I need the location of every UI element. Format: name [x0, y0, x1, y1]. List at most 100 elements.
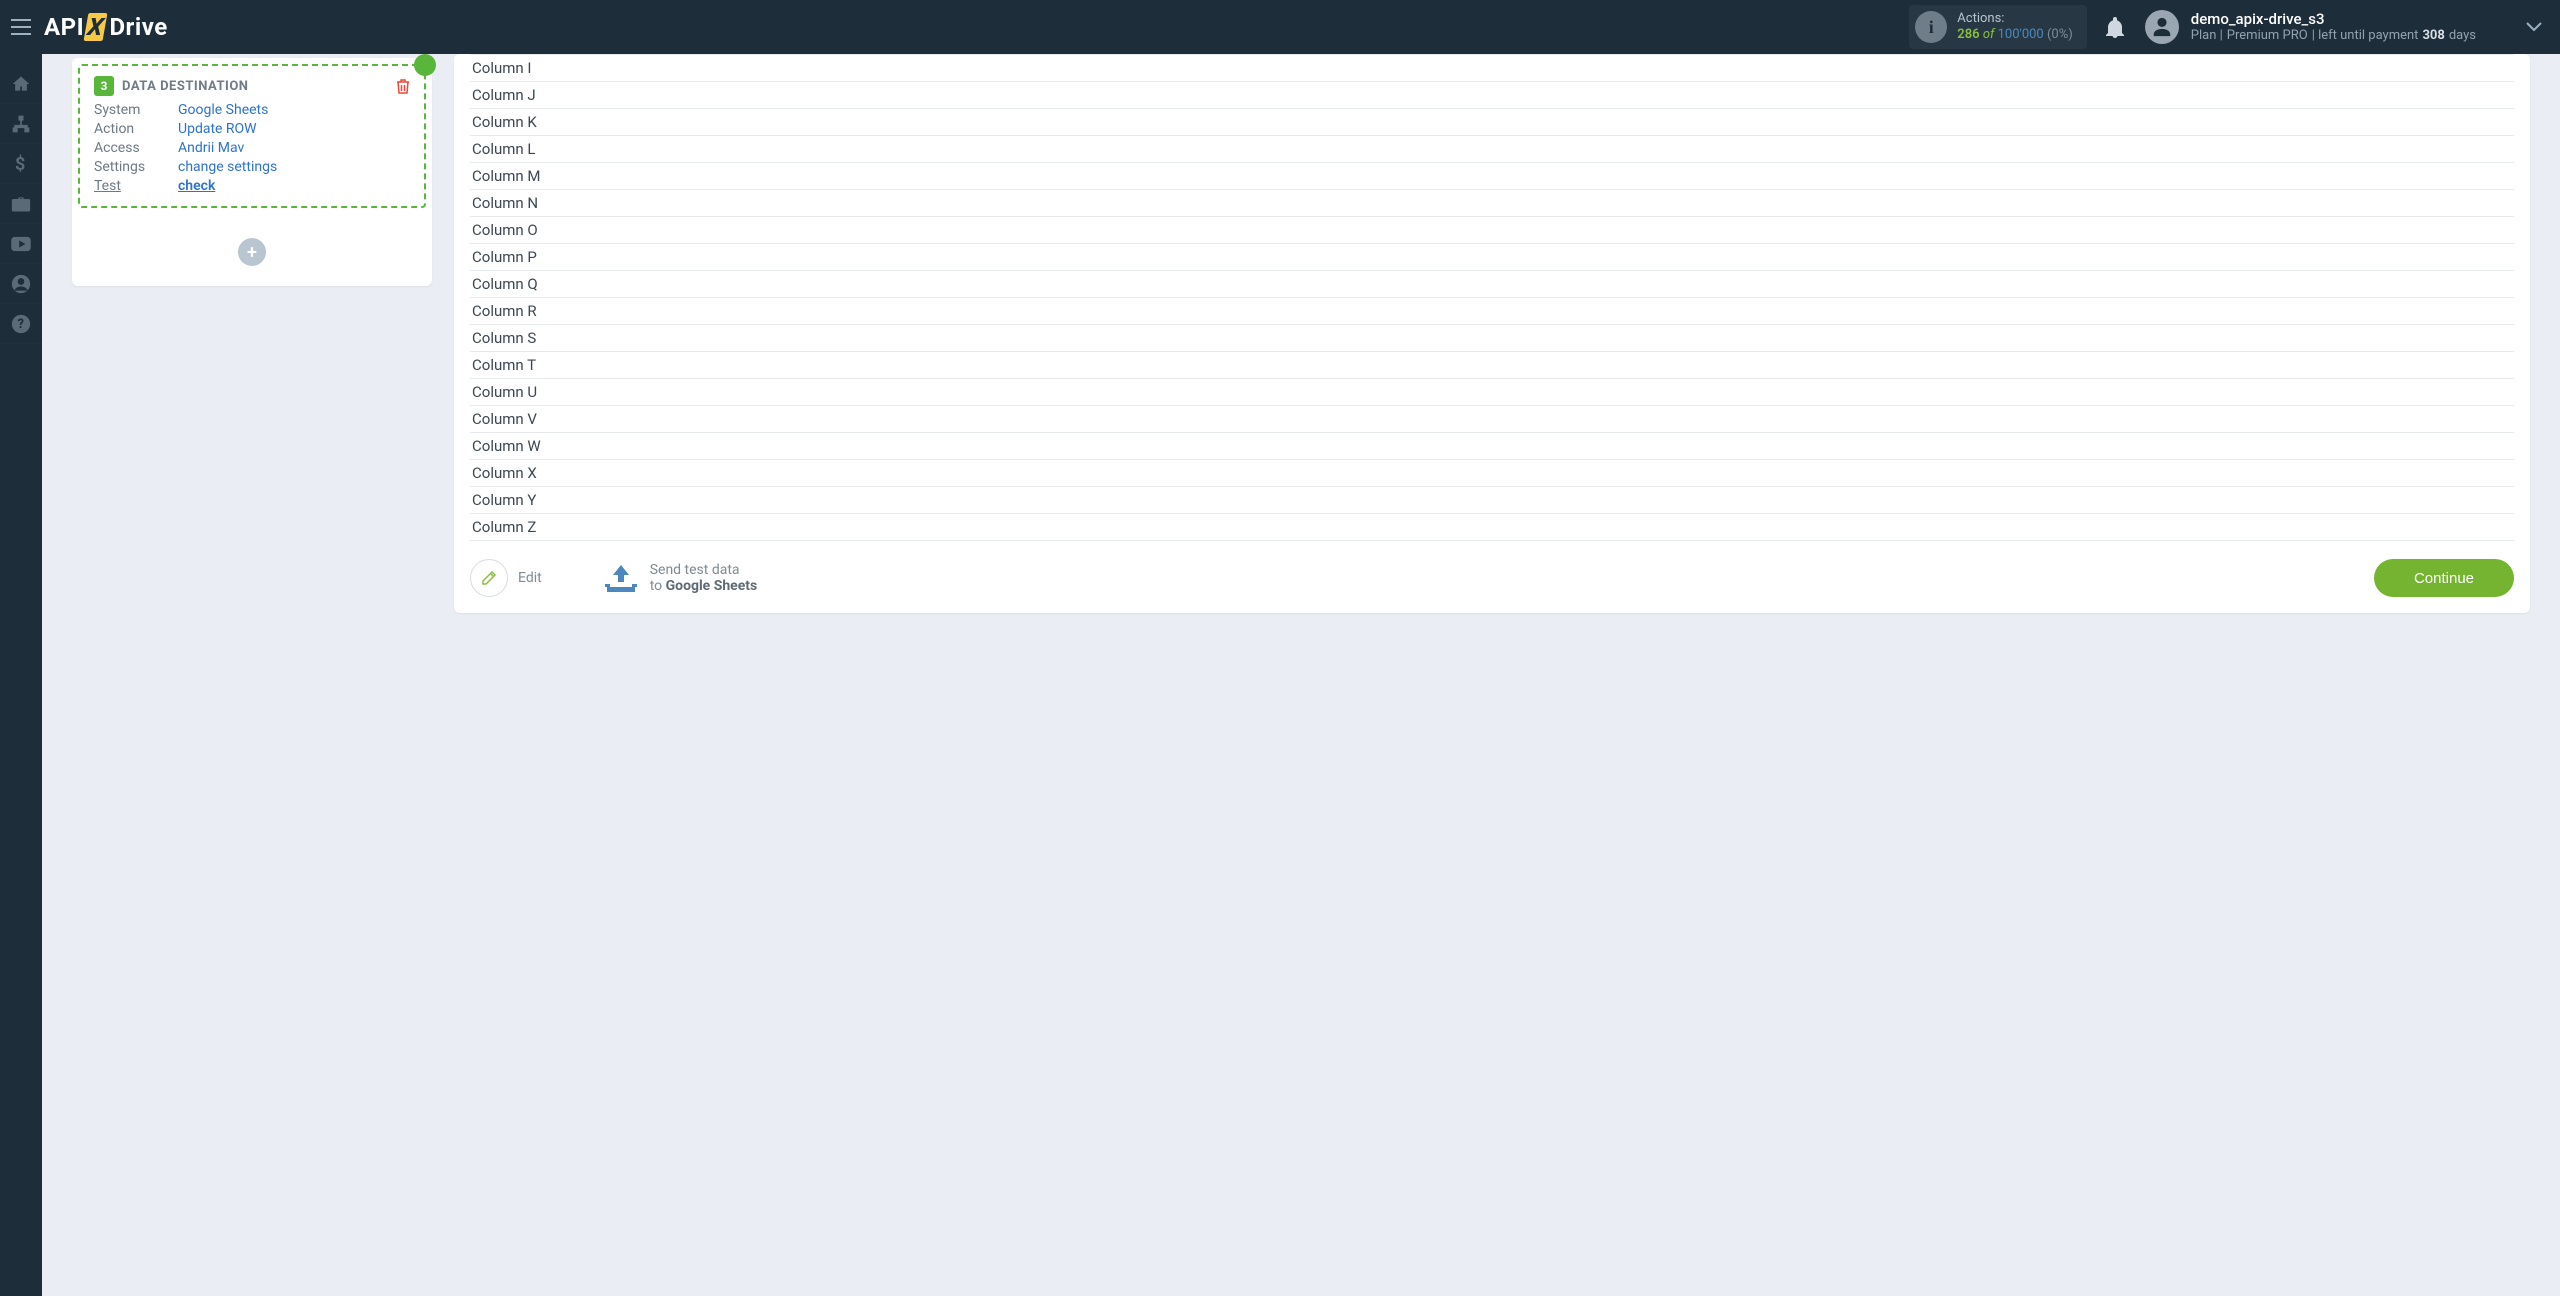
bell-icon — [2105, 16, 2125, 38]
row-system-key: System — [94, 102, 178, 118]
upload-icon — [604, 563, 638, 593]
row-action-key: Action — [94, 121, 178, 137]
step-details-grid: System Google Sheets Action Update ROW A… — [94, 102, 410, 194]
column-row[interactable]: Column T — [470, 352, 2514, 379]
steps-panel: 3 DATA DESTINATION System Google Sheets … — [72, 54, 432, 286]
send-test-data-button[interactable]: Send test data to Google Sheets — [604, 562, 758, 594]
home-icon — [11, 74, 31, 94]
nav-workspace[interactable] — [0, 184, 42, 224]
nav-account[interactable] — [0, 264, 42, 304]
column-row[interactable]: Column X — [470, 460, 2514, 487]
nav-home[interactable] — [0, 64, 42, 104]
plan-line: Plan | Premium PRO | left until payment … — [2191, 28, 2476, 44]
plan-days-suffix: days — [2449, 28, 2476, 44]
hamburger-icon — [11, 19, 31, 35]
svg-text:$: $ — [15, 154, 25, 174]
user-icon — [2151, 16, 2173, 38]
trash-icon — [396, 78, 410, 94]
column-row[interactable]: Column M — [470, 163, 2514, 190]
column-row[interactable]: Column I — [470, 54, 2514, 82]
row-settings-value[interactable]: change settings — [178, 159, 410, 175]
actions-percent: (0%) — [2047, 27, 2073, 42]
row-test-value[interactable]: check — [178, 178, 410, 194]
actions-values: 286 of 100'000 (0%) — [1957, 27, 2072, 43]
username: demo_apix-drive_s3 — [2191, 10, 2476, 29]
dollar-icon: $ — [15, 154, 27, 174]
step-number-badge: 3 — [94, 76, 114, 96]
column-row[interactable]: Column W — [470, 433, 2514, 460]
logo-text-api: API — [44, 13, 84, 41]
plan-prefix: Plan | — [2191, 28, 2223, 44]
row-settings-key: Settings — [94, 159, 178, 175]
nav-video[interactable] — [0, 224, 42, 264]
send-test-line2: to Google Sheets — [650, 578, 758, 594]
column-list: Column IColumn JColumn KColumn LColumn M… — [470, 54, 2514, 541]
plan-middle: | left until payment — [2312, 28, 2419, 44]
row-access-value[interactable]: Andrii Mav — [178, 140, 410, 156]
footer-actions: Edit Send test data to Google Sheets Con… — [470, 559, 2514, 597]
actions-of: of — [1983, 27, 1995, 42]
question-icon: ? — [11, 314, 31, 334]
plan-name: Premium PRO — [2227, 28, 2308, 44]
row-action-value[interactable]: Update ROW — [178, 121, 410, 137]
send-test-line2-prefix: to — [650, 578, 666, 594]
actions-summary[interactable]: i Actions: 286 of 100'000 (0%) — [1909, 5, 2086, 49]
column-row[interactable]: Column J — [470, 82, 2514, 109]
edit-button[interactable]: Edit — [470, 559, 542, 597]
send-test-text: Send test data to Google Sheets — [650, 562, 758, 594]
status-dot-icon — [414, 54, 436, 76]
row-access-key: Access — [94, 140, 178, 156]
row-system-value[interactable]: Google Sheets — [178, 102, 410, 118]
delete-step-button[interactable] — [396, 78, 410, 94]
briefcase-icon — [11, 195, 31, 213]
column-row[interactable]: Column O — [470, 217, 2514, 244]
nav-connections[interactable] — [0, 104, 42, 144]
column-row[interactable]: Column N — [470, 190, 2514, 217]
page-content: 3 DATA DESTINATION System Google Sheets … — [42, 54, 2560, 1296]
column-row[interactable]: Column Q — [470, 271, 2514, 298]
user-menu[interactable]: demo_apix-drive_s3 Plan | Premium PRO | … — [2145, 10, 2476, 45]
step-title: DATA DESTINATION — [122, 79, 248, 94]
actions-label: Actions: — [1957, 11, 2072, 27]
sitemap-icon — [11, 114, 31, 134]
nav-help[interactable]: ? — [0, 304, 42, 344]
column-row[interactable]: Column S — [470, 325, 2514, 352]
notifications-button[interactable] — [2105, 16, 2125, 38]
plan-days: 308 — [2422, 28, 2444, 44]
actions-count: 286 — [1957, 27, 1979, 42]
user-circle-icon — [11, 274, 31, 294]
svg-text:?: ? — [18, 317, 24, 332]
logo-text-x: X — [84, 13, 108, 41]
column-row[interactable]: Column Y — [470, 487, 2514, 514]
actions-total: 100'000 — [1998, 27, 2044, 42]
column-row[interactable]: Column P — [470, 244, 2514, 271]
info-icon: i — [1915, 11, 1947, 43]
nav-billing[interactable]: $ — [0, 144, 42, 184]
youtube-icon — [10, 236, 32, 252]
column-row[interactable]: Column U — [470, 379, 2514, 406]
actions-text: Actions: 286 of 100'000 (0%) — [1957, 11, 2072, 42]
data-destination-card[interactable]: 3 DATA DESTINATION System Google Sheets … — [78, 64, 426, 208]
send-test-target: Google Sheets — [666, 578, 758, 594]
menu-toggle-button[interactable] — [0, 0, 42, 54]
user-meta: demo_apix-drive_s3 Plan | Premium PRO | … — [2191, 10, 2476, 45]
avatar — [2145, 10, 2179, 44]
column-row[interactable]: Column V — [470, 406, 2514, 433]
edit-circle — [470, 559, 508, 597]
main-panel: Column IColumn JColumn KColumn LColumn M… — [454, 54, 2530, 613]
steps-panel-card: 3 DATA DESTINATION System Google Sheets … — [72, 58, 432, 286]
continue-button[interactable]: Continue — [2374, 559, 2514, 597]
logo-text-drive: Drive — [109, 13, 167, 41]
user-menu-chevron[interactable] — [2526, 22, 2542, 32]
chevron-down-icon — [2526, 22, 2542, 32]
logo[interactable]: API X Drive — [44, 13, 168, 41]
row-test-key: Test — [94, 178, 178, 194]
column-row[interactable]: Column Z — [470, 514, 2514, 541]
column-row[interactable]: Column R — [470, 298, 2514, 325]
pencil-icon — [480, 569, 498, 587]
edit-label: Edit — [518, 570, 542, 586]
column-row[interactable]: Column L — [470, 136, 2514, 163]
topbar: API X Drive i Actions: 286 of 100'000 (0… — [0, 0, 2560, 54]
add-step-button[interactable]: + — [238, 238, 266, 266]
column-row[interactable]: Column K — [470, 109, 2514, 136]
